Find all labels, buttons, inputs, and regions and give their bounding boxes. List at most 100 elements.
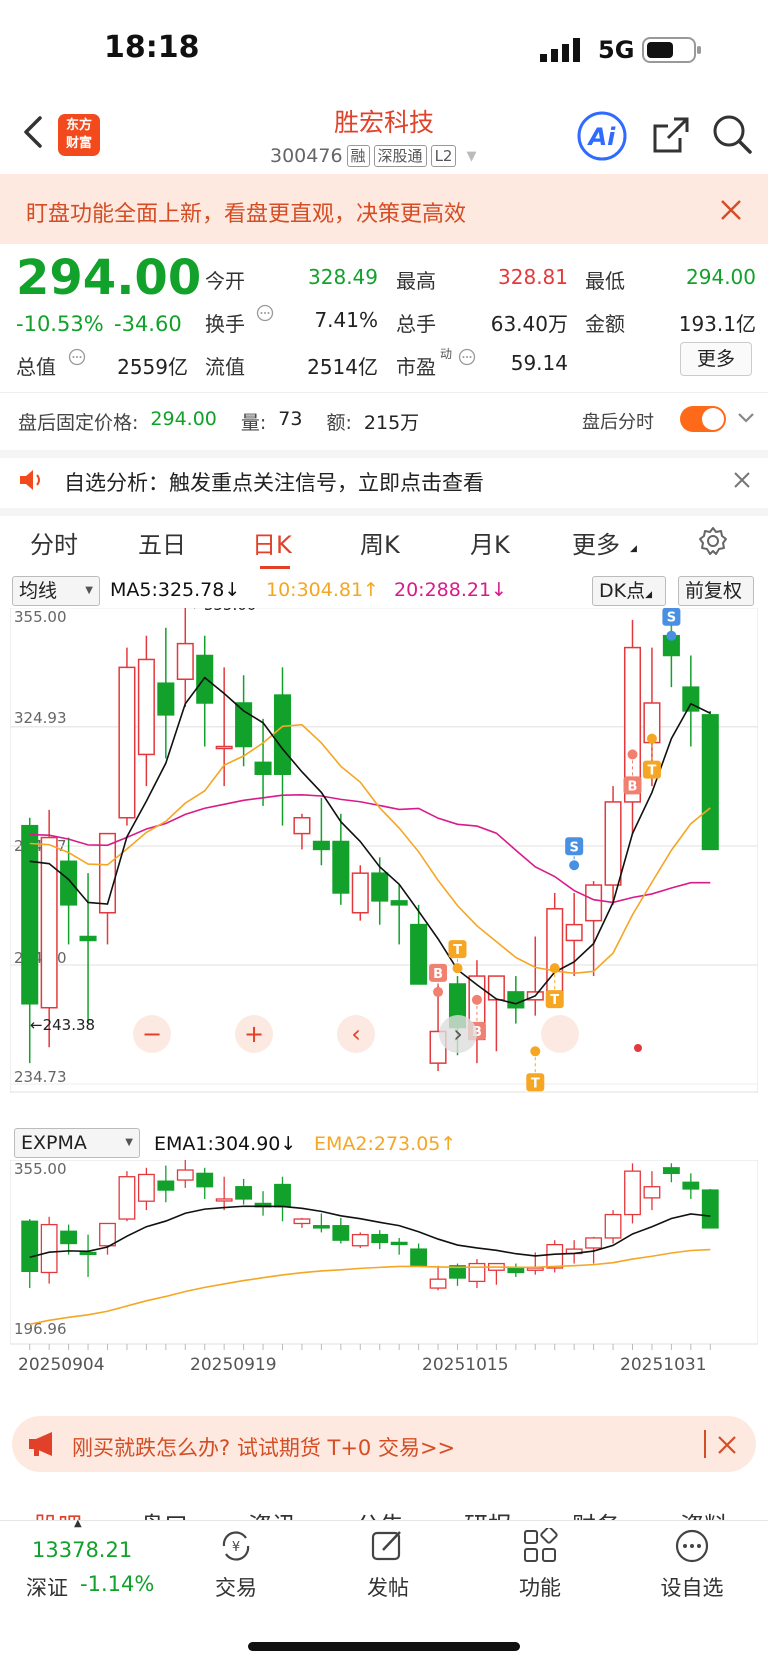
caret-down-icon: ▼	[125, 1137, 133, 1148]
info-tab[interactable]: 盘口	[140, 1506, 188, 1520]
tab-monthly-k[interactable]: 月K	[470, 525, 510, 560]
amount-value: 193.1亿	[678, 312, 756, 336]
candle-up	[487, 975, 505, 1001]
sub-candle-up	[546, 1243, 564, 1269]
info-tab[interactable]: 研报	[464, 1506, 512, 1520]
ma5-label: MA5:325.78↓	[110, 579, 241, 601]
sub-y-tick-label: 355.00	[14, 1160, 67, 1178]
signal-icon	[540, 38, 584, 62]
caret-icon: ◢	[630, 544, 637, 554]
info-tab[interactable]: 公告	[356, 1506, 404, 1520]
tab-five-day[interactable]: 五日	[138, 525, 186, 560]
candle-down	[273, 694, 292, 775]
function-icon[interactable]	[522, 1526, 558, 1568]
ema1-label: EMA1:304.90↓	[154, 1133, 297, 1155]
candle-down	[371, 872, 389, 902]
signal-dot	[646, 733, 657, 744]
y-tick-label: 324.93	[14, 709, 67, 727]
sub-candle-up	[293, 1218, 311, 1225]
tab-more[interactable]: 更多	[572, 525, 620, 560]
expma-chart[interactable]: 355.00196.9620250904 20250919 20251015 2025…	[10, 1160, 758, 1390]
signal-dot	[471, 994, 482, 1005]
signal-label: T	[648, 764, 657, 779]
tab-add-watchlist[interactable]: 设自选	[642, 1572, 742, 1602]
notice-text[interactable]: 自选分析：触发重点关注信号，立即点击查看	[64, 467, 484, 497]
more-button[interactable]: 更多	[680, 342, 752, 376]
sub-indicator-select[interactable]: EXPMA ▼	[14, 1128, 140, 1158]
status-time: 18:18	[104, 30, 200, 65]
expand-button	[541, 1015, 579, 1053]
sub-candle-up	[351, 1233, 369, 1247]
candle-down	[196, 654, 214, 704]
post-icon[interactable]	[370, 1528, 406, 1568]
candle-up	[176, 642, 194, 680]
svg-text:Ai: Ai	[587, 123, 617, 151]
signal-dot	[549, 963, 560, 974]
tab-function[interactable]: 功能	[490, 1572, 590, 1602]
stock-subline[interactable]: 300476 融 深股通 L2 ▼	[270, 145, 476, 167]
trade-icon[interactable]: ¥	[216, 1528, 256, 1568]
tab-weekly-k[interactable]: 周K	[360, 525, 400, 560]
info-tab[interactable]: 资料	[680, 1506, 728, 1520]
candle-up	[351, 872, 369, 914]
volume-label: 总手	[396, 312, 436, 336]
amount-label: 金额	[585, 312, 625, 336]
signal-dot	[452, 963, 463, 974]
after-hours-vol: 73	[278, 408, 303, 430]
dk-point-button[interactable]: DK点◢	[592, 576, 666, 606]
tab-post[interactable]: 发帖	[338, 1572, 438, 1602]
sub-candle-up	[176, 1169, 194, 1181]
promo-close-icon[interactable]	[718, 1436, 736, 1458]
info-icon[interactable]	[256, 304, 274, 326]
network-label: 5G	[598, 36, 635, 64]
change-percent: -10.53%	[16, 312, 104, 336]
info-tab[interactable]: 资讯	[248, 1506, 296, 1520]
index-name: 深证	[26, 1576, 68, 1600]
sub-candle-up	[40, 1223, 58, 1274]
back-icon[interactable]	[18, 112, 48, 152]
chevron-down-icon[interactable]	[736, 410, 756, 430]
after-hours-toggle[interactable]	[680, 406, 726, 432]
signal-dot	[433, 986, 444, 997]
candle-up	[565, 923, 583, 942]
banner-close-icon[interactable]	[720, 199, 742, 225]
info-tab[interactable]: 财务	[572, 1506, 620, 1520]
candle-down	[410, 923, 428, 985]
dk-point-label: DK点	[599, 580, 646, 602]
sub-candle-down	[79, 1251, 97, 1256]
feature-banner-text: 盯盘功能全面上新，看盘更直观，决策更高效	[26, 202, 467, 227]
caret-down-icon: ▼	[85, 585, 93, 596]
tab-timeshare[interactable]: 分时	[30, 525, 78, 560]
open-label: 今开	[205, 269, 245, 293]
sub-candle-down	[60, 1230, 78, 1245]
candle-up	[293, 817, 311, 835]
signal-label: S	[667, 611, 676, 626]
mktcap-value: 2559亿	[117, 355, 188, 379]
index-value[interactable]: 13378.21	[32, 1538, 132, 1562]
gear-icon[interactable]	[698, 526, 728, 560]
signal-label: T	[550, 993, 559, 1008]
add-watchlist-icon[interactable]	[674, 1528, 710, 1568]
candle-up	[137, 658, 155, 756]
candle-down	[507, 991, 525, 1009]
search-icon[interactable]	[710, 112, 754, 160]
sub-indicator-label: EXPMA	[21, 1132, 87, 1154]
ai-button[interactable]: Ai	[576, 110, 628, 166]
signal-label: T	[453, 943, 462, 958]
notice-close-icon[interactable]	[734, 472, 750, 492]
share-icon[interactable]	[650, 114, 692, 160]
minus-button-glyph: −	[142, 1020, 162, 1048]
x-tick-label: 20250919	[190, 1355, 277, 1375]
indicator-select[interactable]: 均线 ▼	[12, 576, 100, 606]
info-tab-strip: 股吧 盘口 资讯 公告 研报 财务 资料	[0, 1498, 768, 1520]
open-value: 328.49	[308, 265, 378, 289]
kline-chart[interactable]: 355.00324.93294.87264.80234.73←355.00←24…	[10, 608, 758, 1128]
signal-label: S	[569, 840, 578, 855]
tab-daily-k[interactable]: 日K	[252, 525, 292, 560]
x-tick-label: 20251031	[620, 1355, 707, 1375]
info-icon[interactable]	[68, 348, 86, 370]
battery-icon	[642, 36, 702, 68]
promo-divider	[704, 1430, 706, 1458]
adjust-button[interactable]: 前复权	[678, 576, 754, 606]
tab-trade[interactable]: 交易	[186, 1572, 286, 1602]
